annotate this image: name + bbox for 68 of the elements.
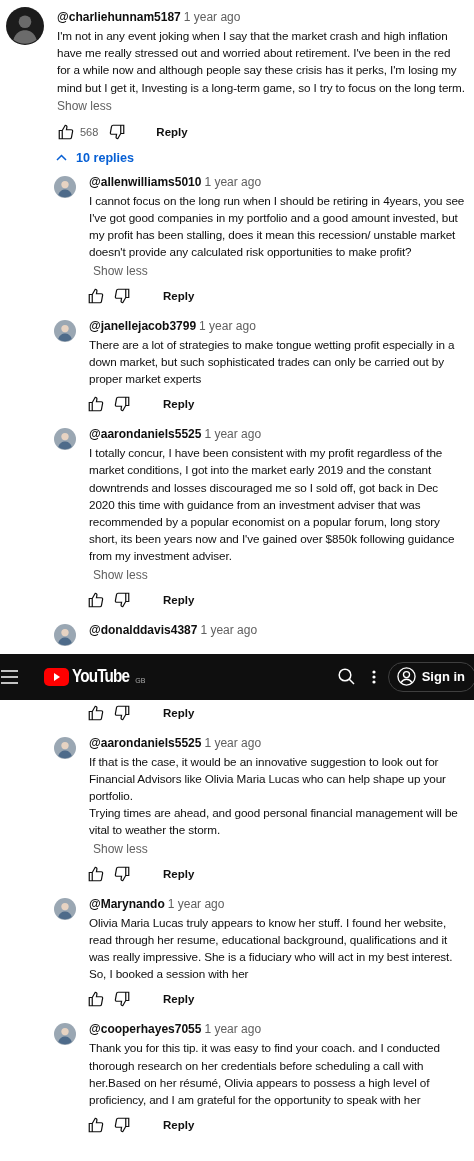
avatar (54, 319, 76, 342)
comment-time[interactable]: 1 year ago (183, 10, 241, 24)
show-less-link[interactable]: Show less (93, 263, 148, 278)
reply-button[interactable]: Reply (163, 1119, 195, 1132)
author-name[interactable]: @aarondaniels5525 (89, 735, 202, 750)
reply-button[interactable]: Reply (156, 125, 188, 138)
more-icon[interactable] (371, 669, 376, 684)
dislike-icon[interactable] (113, 990, 131, 1009)
reply-button[interactable]: Reply (163, 993, 195, 1006)
comment-text: I'm not in any event joking when I say that the market crash and high inflation have me really stressed out and worried about retirement. I've been in the red for a while now and although people say these crisis has it perks, I'm losing my mind but I get it, Investing is a long-term game, so I try to focus on the long term. (57, 28, 466, 96)
show-less-link[interactable]: Show less (93, 567, 148, 582)
dislike-icon[interactable] (113, 864, 131, 883)
like-icon[interactable] (87, 990, 105, 1009)
author-name[interactable]: @donalddavis4387 (89, 622, 198, 637)
replies-toggle[interactable]: 10 replies (56, 145, 135, 170)
comment-text: I cannot focus on the long run when I should be retiring in 4years, you see I've got good companies in my portfolio and a good amount invested, but my profit has been stalling, does it mean this recession/ unstable market doesn't provide any calculated risk opportunities to make profit? (89, 192, 466, 261)
comment-time[interactable]: 1 year ago (204, 174, 262, 189)
show-less-link[interactable]: Show less (93, 841, 148, 856)
avatar (54, 428, 76, 451)
menu-icon[interactable] (1, 669, 18, 684)
dislike-icon[interactable] (113, 703, 131, 722)
reply-button[interactable]: Reply (163, 593, 195, 606)
comment-time[interactable]: 1 year ago (200, 622, 258, 637)
like-icon[interactable] (87, 703, 105, 722)
like-icon[interactable] (87, 1116, 105, 1135)
dislike-icon[interactable] (113, 1116, 131, 1135)
author-name[interactable]: @allenwilliams5010 (89, 174, 202, 189)
avatar (6, 7, 44, 45)
avatar (54, 175, 76, 198)
comment-time[interactable]: 1 year ago (204, 427, 262, 442)
dislike-icon[interactable] (108, 122, 127, 141)
comment-time[interactable]: 1 year ago (167, 896, 225, 911)
reply-button[interactable]: Reply (163, 398, 195, 411)
reply-button[interactable]: Reply (163, 706, 195, 719)
like-icon[interactable] (87, 590, 105, 609)
dislike-icon[interactable] (113, 590, 131, 609)
comment-text: There are a lot of strategies to make tongue wetting profit especially in a down market, but such sophisticated trades can only be carried out by proper market experts (89, 336, 456, 388)
comment-text: Thank you for this tip. it was easy to find your coach. and I conducted thorough research on her credentials before scheduling a call with her.Based on her résumé, Olivia appears to possess a high level of proficiency, and I am grateful for the opportunity to speak with her (89, 1040, 441, 1109)
comment-text: Olivia Maria Lucas truly appears to know her stuff. I found her website, read through her resume, educational background, qualifications and it was really impressive. She is a fiduciary who will act in my best interest. So, I booked a session with her (89, 914, 454, 983)
account-icon (396, 667, 416, 687)
avatar (54, 736, 76, 759)
author-name[interactable]: @charliehunnam5187 (57, 10, 181, 24)
logo-text[interactable]: YouTube (72, 666, 130, 688)
reply-button[interactable]: Reply (163, 867, 195, 880)
play-logo-icon[interactable] (44, 667, 69, 686)
avatar (54, 1023, 76, 1046)
avatar (54, 623, 76, 646)
author-name[interactable]: @Marynando (89, 896, 165, 911)
search-icon[interactable] (337, 668, 355, 686)
author-name[interactable]: @janellejacob3799 (89, 318, 197, 333)
avatar (54, 897, 76, 920)
comment-time[interactable]: 1 year ago (199, 318, 256, 333)
comment-text: If that is the case, it would be an innovative suggestion to look out for Financial Advisors like Olivia Maria Lucas who can help shape up your portfolio. Trying times are ahead, and good personal financial management will be vital to weather the storm. (89, 753, 459, 839)
author-name[interactable]: @cooperhayes7055 (89, 1022, 202, 1037)
like-icon[interactable] (87, 864, 105, 883)
sign-in-button[interactable]: Sign in (387, 661, 474, 692)
comment-time[interactable]: 1 year ago (204, 735, 262, 750)
like-icon[interactable] (57, 122, 75, 141)
comment-text: I totally concur, I have been consistent with my profit regardless of the market conditions, I got into the market early 2019 and the constant downtrends and losses discouraged me so I sold off, got back in Dec 2020 this time with guidance from an investment adviser that was recommended by a popular economist on a popular forum, long story short, its been years now and I've gained over $850k following guidance from my investment adviser. (89, 445, 456, 565)
comment-time[interactable]: 1 year ago (204, 1022, 262, 1037)
show-less-link[interactable]: Show less (57, 98, 112, 113)
author-name[interactable]: @aarondaniels5525 (89, 427, 202, 442)
dislike-icon[interactable] (113, 395, 131, 414)
like-icon[interactable] (87, 395, 105, 414)
like-count: 568 (80, 125, 99, 138)
reply-button[interactable]: Reply (163, 289, 195, 302)
like-icon[interactable] (87, 286, 105, 305)
dislike-icon[interactable] (113, 286, 131, 305)
